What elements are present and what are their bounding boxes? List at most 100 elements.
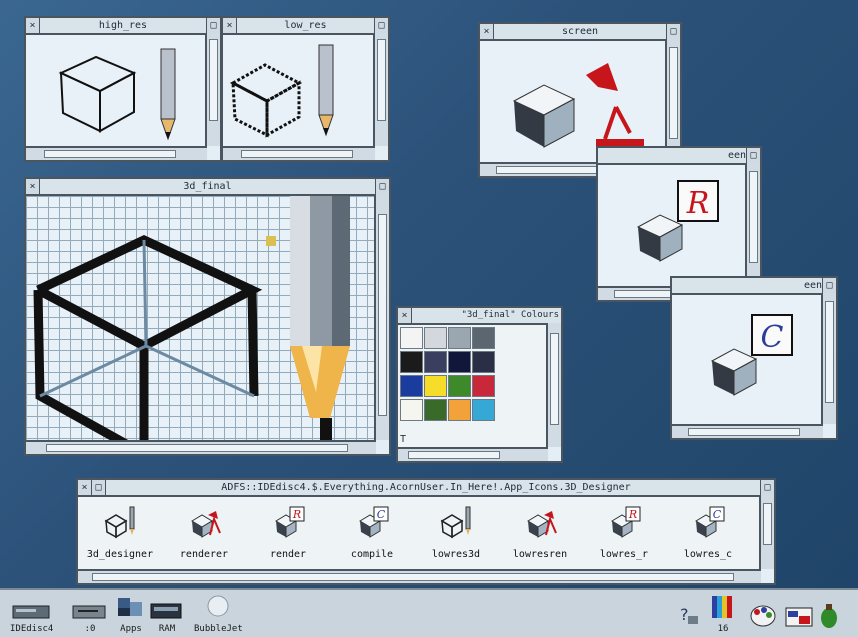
colour-swatch[interactable] xyxy=(448,399,471,421)
display-manager-icon xyxy=(708,594,738,623)
window-colours[interactable]: "3d_final" Colours × T xyxy=(396,306,563,463)
filer-item[interactable]: lowresren xyxy=(500,499,580,565)
sprite-view xyxy=(480,41,665,162)
sprite-view xyxy=(223,35,373,146)
filer-item-label: renderer xyxy=(179,549,229,560)
filer-directory-view[interactable]: 3d_designer renderer Rrender Ccompile lowres… xyxy=(78,497,759,569)
filer-item[interactable]: Rrender xyxy=(248,499,328,565)
horizontal-scrollbar[interactable] xyxy=(398,447,548,461)
iconbar-item[interactable] xyxy=(784,602,814,634)
vertical-scrollbar[interactable] xyxy=(546,323,561,447)
toggle-size-icon[interactable]: □ xyxy=(375,179,389,194)
iconbar-item[interactable]: 16 xyxy=(708,594,738,634)
close-icon[interactable]: × xyxy=(26,18,40,33)
vertical-scrollbar[interactable] xyxy=(374,194,389,440)
close-icon[interactable]: × xyxy=(223,18,237,33)
toggle-size-icon[interactable]: □ xyxy=(666,24,680,39)
vertical-scrollbar[interactable] xyxy=(745,163,760,286)
filer-item-label: lowresren xyxy=(512,549,568,560)
cube-pencil-image xyxy=(58,48,176,141)
title-bar[interactable]: "3d_final" Colours xyxy=(398,308,561,325)
toggle-size-icon[interactable]: □ xyxy=(374,18,388,33)
vertical-scrollbar[interactable] xyxy=(665,39,680,162)
close-icon[interactable]: × xyxy=(398,308,412,323)
iconbar-item-label: 16 xyxy=(717,624,729,634)
window-title: 3d_final xyxy=(183,181,232,192)
window-low-res[interactable]: low_res × □ xyxy=(221,16,390,162)
title-bar[interactable]: ADFS::IDEdisc4.$.Everything.AcornUser.In… xyxy=(78,480,774,497)
horizontal-scrollbar[interactable] xyxy=(223,146,375,160)
colour-swatch[interactable] xyxy=(448,351,471,373)
title-bar[interactable]: high_res xyxy=(26,18,220,35)
window-compile-preview[interactable]: een □ C xyxy=(670,276,838,440)
window-high-res[interactable]: high_res × □ xyxy=(24,16,222,162)
window-3d-final[interactable]: 3d_final × □ xyxy=(24,177,391,456)
colour-swatch[interactable] xyxy=(424,327,447,349)
colour-swatch[interactable] xyxy=(400,327,423,349)
colour-palette[interactable]: T xyxy=(398,325,546,447)
vertical-scrollbar[interactable] xyxy=(759,495,774,569)
horizontal-scrollbar[interactable] xyxy=(26,440,376,454)
toggle-size-icon[interactable]: □ xyxy=(746,148,760,163)
back-icon[interactable]: □ xyxy=(92,480,106,495)
title-bar[interactable]: low_res xyxy=(223,18,388,35)
toggle-size-icon[interactable]: □ xyxy=(760,480,774,495)
sprite-view: C xyxy=(672,295,821,424)
cube-c-image: C xyxy=(710,314,793,396)
window-filer[interactable]: ADFS::IDEdisc4.$.Everything.AcornUser.In… xyxy=(76,478,776,585)
colour-swatch[interactable] xyxy=(472,375,495,397)
colour-swatch[interactable] xyxy=(472,327,495,349)
colour-swatch[interactable] xyxy=(472,351,495,373)
colour-swatch[interactable] xyxy=(448,327,471,349)
filer-item[interactable]: Rlowres_r xyxy=(584,499,664,565)
filer-item[interactable]: 3d_designer xyxy=(80,499,160,565)
filer-item[interactable]: Ccompile xyxy=(332,499,412,565)
desktop[interactable]: high_res × □ low_res × □ screen × □ een … xyxy=(0,0,858,637)
title-bar[interactable]: 3d_final xyxy=(26,179,389,196)
filer-item[interactable]: renderer xyxy=(164,499,244,565)
sprite-view xyxy=(26,35,205,146)
title-bar[interactable]: screen xyxy=(480,24,680,41)
colour-swatch[interactable] xyxy=(424,375,447,397)
acorn-icon xyxy=(816,600,842,633)
cube-c-icon: C xyxy=(332,503,412,543)
palette-icon xyxy=(748,602,778,633)
horizontal-scrollbar[interactable] xyxy=(672,424,823,438)
colour-swatch[interactable] xyxy=(400,399,423,421)
cube-pencil-lowres-image xyxy=(229,44,334,138)
window-title: low_res xyxy=(284,20,327,31)
filer-item[interactable]: Clowres_c xyxy=(668,499,748,565)
iconbar-item[interactable]: :0 xyxy=(72,598,108,634)
toggle-size-icon[interactable]: □ xyxy=(206,18,220,33)
close-icon[interactable]: × xyxy=(26,179,40,194)
vertical-scrollbar[interactable] xyxy=(205,33,220,146)
zoomed-cube-pencil-image xyxy=(33,196,350,440)
colour-swatch[interactable] xyxy=(400,351,423,373)
iconbar-item-label: :0 xyxy=(84,624,96,634)
colour-swatch[interactable] xyxy=(424,351,447,373)
svg-text:R: R xyxy=(628,508,637,521)
iconbar-item[interactable] xyxy=(748,602,778,634)
filer-item[interactable]: lowres3d xyxy=(416,499,496,565)
title-bar[interactable]: een xyxy=(672,278,836,295)
iconbar-item[interactable]: BubbleJet xyxy=(194,594,243,634)
zoomed-sprite-editor[interactable] xyxy=(26,196,374,440)
horizontal-scrollbar[interactable] xyxy=(26,146,207,160)
close-icon[interactable]: × xyxy=(78,480,92,495)
title-bar[interactable]: een xyxy=(598,148,760,165)
iconbar-item[interactable]: IDEdisc4 xyxy=(10,598,53,634)
iconbar-item[interactable]: Apps xyxy=(116,594,146,634)
colour-swatch[interactable] xyxy=(472,399,495,421)
colour-swatch[interactable] xyxy=(448,375,471,397)
colour-swatch[interactable] xyxy=(400,375,423,397)
horizontal-scrollbar[interactable] xyxy=(78,569,761,583)
colour-swatch[interactable] xyxy=(424,399,447,421)
close-icon[interactable]: × xyxy=(480,24,494,39)
iconbar-item[interactable] xyxy=(816,600,842,634)
toggle-size-icon[interactable]: □ xyxy=(822,278,836,293)
iconbar-item[interactable]: RAM xyxy=(150,598,184,634)
cube-r-image: R xyxy=(636,180,719,262)
vertical-scrollbar[interactable] xyxy=(821,293,836,424)
vertical-scrollbar[interactable] xyxy=(373,33,388,146)
iconbar-item[interactable]: ? xyxy=(676,602,702,634)
